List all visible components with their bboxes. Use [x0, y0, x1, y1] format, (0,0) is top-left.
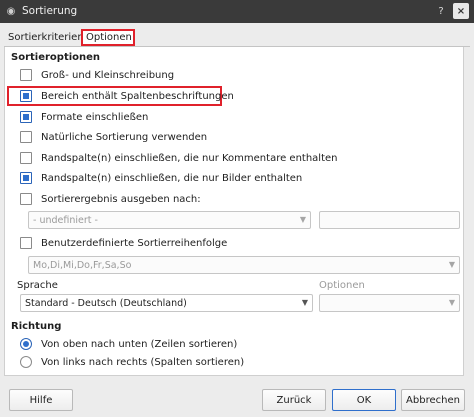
top-to-bottom-radio[interactable] [20, 338, 32, 350]
close-icon[interactable]: × [453, 3, 469, 19]
window-title: Sortierung [22, 5, 78, 17]
output-range-input[interactable] [319, 211, 460, 229]
include-formats-label: Formate einschließen [41, 111, 149, 123]
language-value: Standard - Deutsch (Deutschland) [25, 297, 187, 309]
top-to-bottom-label: Von oben nach unten (Zeilen sortieren) [41, 338, 238, 350]
tab-sortierkriterien[interactable]: Sortierkriterien [5, 29, 87, 46]
chevron-down-icon: ▼ [299, 215, 306, 224]
custom-order-value: Mo,Di,Mi,Do,Fr,Sa,So [33, 259, 132, 271]
option-include-comment-cols[interactable]: Randspalte(n) einschließen, die nur Komm… [20, 151, 337, 165]
app-icon: ◉ [6, 5, 16, 17]
include-image-cols-checkbox[interactable] [20, 172, 32, 184]
language-options-select[interactable]: ▼ [319, 294, 460, 312]
copy-output-label: Sortierergebnis ausgeben nach: [41, 193, 201, 205]
tab-optionen[interactable]: Optionen [81, 29, 135, 46]
help-button[interactable]: Hilfe [9, 389, 73, 411]
language-label-row: Sprache [17, 278, 58, 292]
custom-order-checkbox[interactable] [20, 237, 32, 249]
option-case-sensitive[interactable]: Groß- und Kleinschreibung [20, 68, 174, 82]
include-comment-cols-checkbox[interactable] [20, 152, 32, 164]
chevron-down-icon: ▼ [448, 260, 455, 269]
language-label: Sprache [17, 279, 58, 291]
radio-dot [23, 341, 29, 347]
chevron-down-icon: ▼ [301, 298, 308, 307]
chevron-down-icon: ▼ [448, 298, 455, 307]
output-target-select[interactable]: - undefiniert - ▼ [28, 211, 311, 229]
option-has-headers[interactable]: Bereich enthält Spaltenbeschriftungen [20, 89, 234, 103]
language-options-label-row: Optionen [319, 278, 365, 292]
left-to-right-label: Von links nach rechts (Spalten sortieren… [41, 356, 245, 368]
option-include-image-cols[interactable]: Randspalte(n) einschließen, die nur Bild… [20, 171, 302, 185]
direction-top-to-bottom[interactable]: Von oben nach unten (Zeilen sortieren) [20, 337, 237, 351]
option-natural-sort[interactable]: Natürliche Sortierung verwenden [20, 130, 207, 144]
natural-sort-checkbox[interactable] [20, 131, 32, 143]
case-sensitive-label: Groß- und Kleinschreibung [41, 69, 175, 81]
title-bar: ◉ Sortierung ? × [0, 0, 474, 23]
direction-heading: Richtung [11, 321, 62, 332]
include-formats-checkbox[interactable] [20, 111, 32, 123]
has-headers-checkbox[interactable] [20, 90, 32, 102]
sort-options-heading: Sortieroptionen [11, 52, 101, 63]
include-comment-cols-label: Randspalte(n) einschließen, die nur Komm… [41, 152, 338, 164]
copy-output-checkbox[interactable] [20, 193, 32, 205]
language-options-label: Optionen [319, 279, 365, 291]
include-image-cols-label: Randspalte(n) einschließen, die nur Bild… [41, 172, 303, 184]
custom-order-select[interactable]: Mo,Di,Mi,Do,Fr,Sa,So ▼ [28, 256, 460, 274]
option-include-formats[interactable]: Formate einschließen [20, 110, 148, 124]
ok-button[interactable]: OK [332, 389, 396, 411]
option-custom-order[interactable]: Benutzerdefinierte Sortierreihenfolge [20, 236, 227, 250]
output-target-value: - undefiniert - [33, 214, 98, 226]
left-to-right-radio[interactable] [20, 356, 32, 368]
has-headers-label: Bereich enthält Spaltenbeschriftungen [41, 90, 234, 102]
case-sensitive-checkbox[interactable] [20, 69, 32, 81]
cancel-button[interactable]: Abbrechen [401, 389, 465, 411]
option-copy-output[interactable]: Sortierergebnis ausgeben nach: [20, 192, 201, 206]
natural-sort-label: Natürliche Sortierung verwenden [41, 131, 208, 143]
language-select[interactable]: Standard - Deutsch (Deutschland) ▼ [20, 294, 313, 312]
custom-order-label: Benutzerdefinierte Sortierreihenfolge [41, 237, 228, 249]
reset-button[interactable]: Zurück [262, 389, 326, 411]
direction-left-to-right[interactable]: Von links nach rechts (Spalten sortieren… [20, 355, 244, 369]
help-icon[interactable]: ? [433, 3, 449, 19]
